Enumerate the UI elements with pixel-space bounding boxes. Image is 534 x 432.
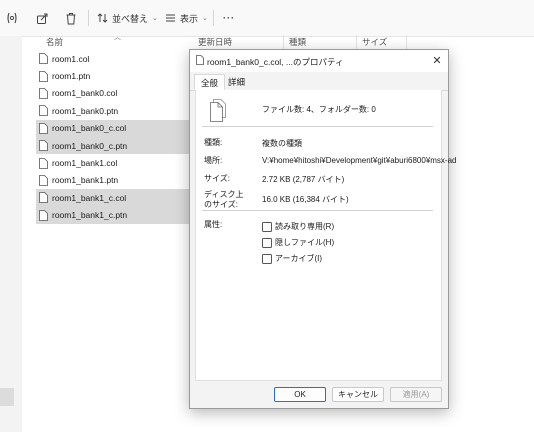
view-button[interactable]: 表示 ⌄ bbox=[165, 9, 208, 27]
view-icon bbox=[166, 14, 175, 22]
readonly-checkbox[interactable]: 読み取り専用(R) bbox=[262, 221, 334, 232]
size-value: 2.72 KB (2,787 バイト) bbox=[262, 175, 345, 184]
location-label: 場所: bbox=[204, 156, 223, 165]
attributes-label: 属性: bbox=[204, 220, 223, 229]
column-size[interactable]: サイズ bbox=[362, 36, 387, 50]
archive-label: アーカイブ(I) bbox=[275, 254, 323, 263]
dialog-titlebar[interactable]: room1_bank0_c.col, ...のプロパティ ✕ bbox=[190, 50, 448, 72]
general-panel: ファイル数: 4、フォルダー数: 0 種類: 複数の種類 場所: V:¥home… bbox=[195, 90, 457, 381]
file-name: room1_bank0_c.ptn bbox=[52, 140, 128, 151]
file-row-selected[interactable]: room1_bank1_c.col bbox=[36, 189, 196, 207]
file-icon bbox=[39, 209, 48, 221]
disk-size-label-line1: ディスク上 bbox=[204, 190, 244, 199]
nav-selected-item[interactable] bbox=[0, 388, 14, 406]
divider bbox=[202, 126, 433, 127]
disk-size-label-line2: のサイズ: bbox=[204, 200, 238, 209]
more-options-button[interactable]: ··· bbox=[223, 9, 235, 27]
file-name: room1_bank1_c.col bbox=[52, 192, 127, 203]
divider bbox=[202, 210, 433, 211]
file-icon bbox=[39, 122, 48, 134]
sort-button[interactable]: 並べ替え ⌄ bbox=[97, 9, 158, 27]
file-icon bbox=[39, 88, 48, 99]
archive-checkbox[interactable]: アーカイブ(I) bbox=[262, 253, 322, 264]
checkbox-box[interactable] bbox=[262, 237, 272, 248]
view-label: 表示 bbox=[180, 13, 199, 24]
toolbar-divider bbox=[213, 10, 214, 26]
file-row[interactable]: room1_bank1.ptn bbox=[36, 172, 196, 189]
close-icon[interactable]: ✕ bbox=[430, 54, 444, 68]
size-label: サイズ: bbox=[204, 174, 230, 183]
file-name: room1_bank0.col bbox=[52, 88, 118, 99]
sort-icon bbox=[97, 13, 108, 23]
hidden-label: 隠しファイル(H) bbox=[275, 238, 335, 247]
file-row-selected[interactable]: room1_bank0_c.ptn bbox=[36, 136, 196, 155]
file-icon bbox=[196, 55, 204, 65]
tab-general[interactable]: 全般 bbox=[194, 74, 226, 90]
hidden-checkbox[interactable]: 隠しファイル(H) bbox=[262, 237, 334, 248]
file-name: room1_bank1.ptn bbox=[52, 175, 119, 186]
column-divider bbox=[283, 35, 284, 49]
file-icon bbox=[39, 105, 48, 117]
file-count: ファイル数: 4、フォルダー数: 0 bbox=[262, 105, 376, 114]
file-icon bbox=[39, 70, 48, 82]
file-name: room1.ptn bbox=[52, 71, 91, 82]
chevron-down-icon: ⌄ bbox=[152, 15, 158, 22]
file-icon bbox=[39, 157, 48, 169]
file-row[interactable]: room1_bank1.col bbox=[36, 154, 196, 171]
command-bar: 並べ替え ⌄ 表示 ⌄ ··· bbox=[0, 0, 534, 37]
navigation-pane bbox=[0, 36, 22, 432]
delete-icon[interactable] bbox=[65, 9, 77, 27]
file-row[interactable]: room1.ptn bbox=[36, 67, 196, 84]
cancel-button[interactable]: キャンセル bbox=[332, 387, 384, 402]
file-row-selected[interactable]: room1_bank0_c.col bbox=[36, 119, 196, 137]
location-value: V:¥home¥hitoshi¥Development¥git¥aburi680… bbox=[262, 156, 457, 165]
column-modified[interactable]: 更新日時 bbox=[198, 36, 232, 50]
file-name: room1.col bbox=[52, 53, 90, 64]
share-icon[interactable] bbox=[36, 9, 49, 27]
sort-ascending-icon: ︿ bbox=[114, 34, 121, 41]
file-icon bbox=[39, 140, 48, 152]
file-row[interactable]: room1.col bbox=[36, 50, 196, 67]
file-icon bbox=[39, 53, 48, 65]
sort-label: 並べ替え bbox=[112, 13, 149, 24]
toolbar-divider bbox=[88, 10, 89, 26]
tab-details[interactable]: 詳細 bbox=[222, 74, 251, 90]
file-list: room1.col room1.ptn room1_bank0.col room… bbox=[36, 50, 196, 224]
ai-icon[interactable] bbox=[6, 9, 18, 27]
file-row-selected[interactable]: room1_bank1_c.ptn bbox=[36, 206, 196, 224]
type-label: 種類: bbox=[204, 138, 223, 147]
file-name: room1_bank0_c.col bbox=[52, 123, 127, 134]
column-name[interactable]: 名前 bbox=[46, 36, 63, 50]
multiple-files-icon bbox=[210, 99, 226, 122]
dialog-tabs: 全般 詳細 bbox=[190, 72, 448, 91]
file-row[interactable]: room1_bank0.ptn bbox=[36, 102, 196, 119]
disk-size-value: 16.0 KB (16,384 バイト) bbox=[262, 195, 349, 204]
column-divider bbox=[356, 35, 357, 49]
file-row[interactable]: room1_bank0.col bbox=[36, 85, 196, 102]
readonly-label: 読み取り専用(R) bbox=[275, 222, 335, 231]
chevron-down-icon: ⌄ bbox=[202, 15, 208, 22]
column-type[interactable]: 種類 bbox=[289, 36, 306, 50]
checkbox-box[interactable] bbox=[262, 253, 272, 264]
ok-button[interactable]: OK bbox=[274, 387, 326, 402]
properties-dialog: room1_bank0_c.col, ...のプロパティ ✕ 全般 詳細 ファイ… bbox=[189, 49, 457, 409]
file-icon bbox=[39, 192, 48, 204]
file-name: room1_bank1_c.ptn bbox=[52, 210, 128, 221]
type-value: 複数の種類 bbox=[262, 139, 302, 148]
apply-button[interactable]: 適用(A) bbox=[390, 387, 442, 402]
file-name: room1_bank1.col bbox=[52, 158, 118, 169]
column-divider bbox=[406, 35, 407, 49]
disk-size-label: ディスク上 のサイズ: bbox=[204, 190, 243, 210]
checkbox-box[interactable] bbox=[262, 221, 272, 232]
dialog-title: room1_bank0_c.col, ...のプロパティ bbox=[207, 57, 344, 67]
file-icon bbox=[39, 175, 48, 186]
file-name: room1_bank0.ptn bbox=[52, 105, 119, 116]
